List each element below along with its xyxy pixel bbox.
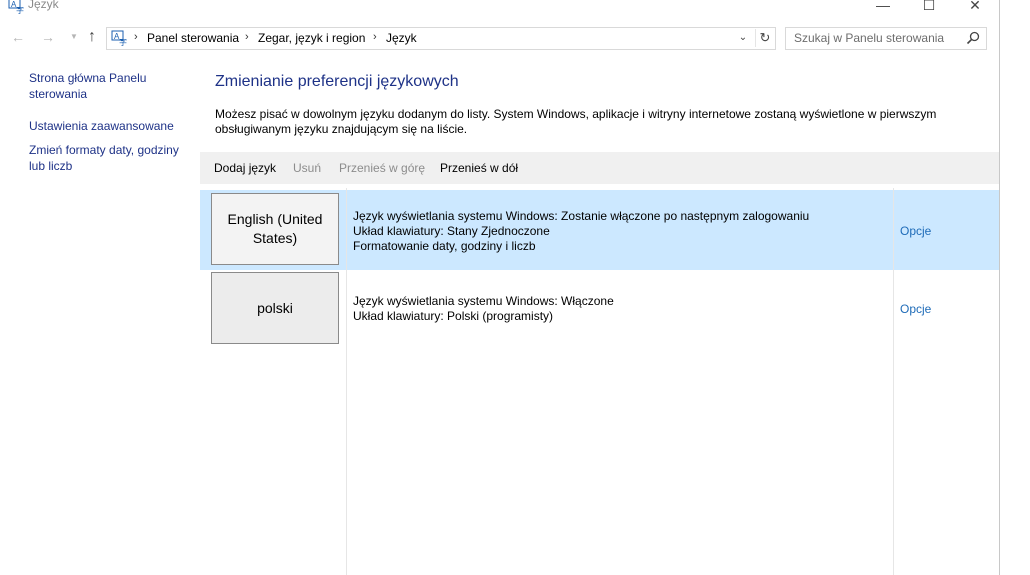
desktop-area (1000, 0, 1030, 575)
forward-arrow-icon[interactable]: → (40, 29, 56, 45)
maximize-button[interactable]: ☐ (906, 0, 952, 16)
search-icon[interactable] (966, 31, 980, 45)
up-arrow-icon[interactable]: ↑ (84, 29, 100, 45)
sidebar-link-control-panel-home[interactable]: Strona główna Panelu sterowania (29, 70, 194, 102)
formatting-info: Formatowanie daty, godziny i liczb (353, 239, 536, 253)
keyboard-layout: Układ klawiatury: Polski (programisty) (353, 309, 554, 323)
search-placeholder: Szukaj w Panelu sterowania (794, 31, 945, 45)
recent-locations-chevron-icon[interactable]: ▼ (66, 29, 82, 45)
display-language-status: Język wyświetlania systemu Windows: Włąc… (353, 294, 614, 308)
breadcrumb-separator[interactable]: › (134, 31, 138, 43)
window-title: Język (28, 0, 59, 11)
language-tile[interactable]: polski (211, 272, 339, 344)
column-divider (346, 188, 347, 575)
breadcrumb-separator[interactable]: › (245, 31, 249, 43)
display-language-status: Język wyświetlania systemu Windows: Zost… (353, 209, 810, 223)
language-row-polski[interactable]: polski Język wyświetlania systemu Window… (200, 270, 999, 350)
svg-text:字: 字 (16, 5, 24, 14)
navigation-bar: ← → ▼ ↑ A 字 › Panel sterowania › Zegar, … (0, 26, 999, 50)
add-language-button[interactable]: Dodaj język (214, 161, 276, 175)
breadcrumb-separator[interactable]: › (373, 31, 377, 43)
language-details: Język wyświetlania systemu Windows: Zost… (353, 209, 809, 254)
language-details: Język wyświetlania systemu Windows: Włąc… (353, 294, 614, 324)
search-input[interactable]: Szukaj w Panelu sterowania (785, 27, 987, 50)
options-link[interactable]: Opcje (900, 224, 931, 238)
options-link[interactable]: Opcje (900, 302, 931, 316)
language-tile[interactable]: English (United States) (211, 193, 339, 265)
move-down-button[interactable]: Przenieś w dół (440, 161, 518, 175)
address-dropdown-chevron-icon[interactable]: ⌄ (735, 30, 751, 46)
page-description: Możesz pisać w dowolnym języku dodanym d… (215, 107, 937, 136)
address-bar[interactable]: A 字 › Panel sterowania › Zegar, język i … (106, 27, 776, 50)
breadcrumb-jezyk[interactable]: Język (386, 31, 417, 45)
language-icon: A 字 (8, 0, 24, 14)
sidebar: Strona główna Panelu sterowania Ustawien… (0, 60, 200, 560)
sidebar-link-advanced-settings[interactable]: Ustawienia zaawansowane (29, 118, 194, 134)
page-title: Zmienianie preferencji językowych (215, 73, 459, 90)
svg-text:字: 字 (119, 37, 127, 46)
language-toolbar: Dodaj język Usuń Przenieś w górę Przenie… (200, 152, 999, 184)
language-row-english[interactable]: English (United States) Język wyświetlan… (200, 190, 999, 270)
sidebar-link-change-formats[interactable]: Zmień formaty daty, godziny lub liczb (29, 142, 194, 174)
close-button[interactable]: ✕ (952, 0, 998, 16)
move-up-button[interactable]: Przenieś w górę (339, 161, 425, 175)
refresh-icon[interactable]: ↻ (755, 29, 774, 47)
column-divider (893, 188, 894, 575)
language-icon: A 字 (111, 30, 127, 46)
language-list: English (United States) Język wyświetlan… (200, 188, 999, 575)
breadcrumb-panel-sterowania[interactable]: Panel sterowania (147, 31, 239, 45)
minimize-button[interactable]: — (860, 0, 906, 16)
title-bar: A 字 Język — ☐ ✕ (0, 0, 999, 18)
back-arrow-icon[interactable]: ← (10, 29, 26, 45)
breadcrumb-zegar-jezyk-region[interactable]: Zegar, język i region (258, 31, 365, 45)
keyboard-layout: Układ klawiatury: Stany Zjednoczone (353, 224, 550, 238)
control-panel-window: A 字 Język — ☐ ✕ ← → ▼ ↑ A 字 › Panel ster… (0, 0, 999, 575)
remove-button[interactable]: Usuń (293, 161, 321, 175)
